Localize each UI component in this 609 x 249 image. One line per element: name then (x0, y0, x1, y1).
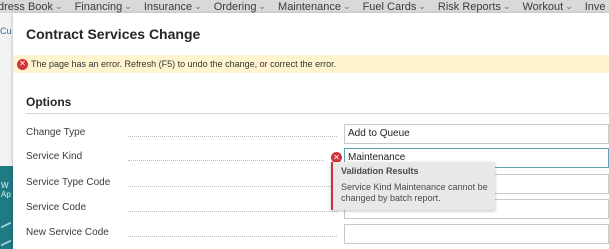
new-service-code-field[interactable] (344, 224, 609, 244)
top-navigation-bar: dress Book ⌄ Financing ⌄ Insurance ⌄ Orderi… (0, 0, 609, 13)
nav-item-label: Risk Reports (437, 0, 501, 13)
nav-item-fuel-cards[interactable]: Fuel Cards ⌄ (363, 1, 438, 13)
field-label-change-type: Change Type (26, 127, 86, 138)
leader-dots (128, 160, 324, 161)
field-label-service-kind: Service Kind (26, 151, 83, 162)
field-row-change-type: Change Type Add to Queue (26, 124, 609, 144)
contract-services-change-dialog: Contract Services Change ✕ The page has … (13, 13, 609, 249)
arrow-icon (1, 233, 11, 247)
nav-item-label: Maintenance (278, 0, 342, 13)
nav-item-ordering[interactable]: Ordering ⌄ (214, 1, 278, 13)
section-title-options[interactable]: Options (26, 95, 71, 109)
leader-dots (128, 136, 337, 137)
arrow-icon (1, 215, 11, 229)
nav-item-label: Workout (522, 0, 564, 13)
chevron-down-icon: ⌄ (418, 1, 426, 11)
validation-message: Service Kind Maintenance cannot be chang… (341, 182, 488, 203)
leader-dots (128, 211, 337, 212)
nav-item-workout[interactable]: Workout ⌄ (522, 1, 584, 13)
chevron-down-icon: ⌄ (194, 1, 202, 11)
leader-dots (128, 236, 337, 237)
chevron-down-icon: ⌄ (124, 1, 132, 11)
field-label-service-code: Service Code (26, 202, 87, 213)
nav-item-label: Fuel Cards (362, 0, 417, 13)
background-left-panel: Cu W Ap (0, 13, 13, 249)
chevron-down-icon: ⌄ (565, 1, 573, 11)
field-row-service-code: Service Code (26, 199, 609, 219)
nav-item-address-book[interactable]: dress Book ⌄ (0, 1, 75, 13)
validation-title: Validation Results (341, 166, 419, 176)
field-row-service-kind: Service Kind ✕ Maintenance (26, 148, 609, 168)
error-banner: ✕ The page has an error. Refresh (F5) to… (13, 55, 609, 73)
nav-item-label: dress Book (0, 0, 54, 13)
dialog-title: Contract Services Change (26, 26, 201, 42)
chevron-down-icon: ⌄ (258, 1, 267, 11)
field-label-service-type-code: Service Type Code (26, 177, 111, 188)
section-divider (26, 113, 609, 114)
nav-item-label: Inve (584, 0, 606, 13)
nav-item-risk-reports[interactable]: Risk Reports ⌄ (438, 1, 523, 13)
field-row-service-type-code: Service Type Code (26, 174, 609, 194)
nav-item-maintenance[interactable]: Maintenance ⌄ (278, 1, 363, 13)
change-type-field[interactable]: Add to Queue (344, 124, 609, 144)
chevron-down-icon: ⌄ (502, 1, 511, 11)
nav-item-inve[interactable]: Inve (585, 1, 609, 13)
nav-item-label: Ordering (213, 0, 257, 13)
field-row-new-service-code: New Service Code (26, 224, 609, 244)
leader-dots (128, 186, 337, 187)
nav-item-insurance[interactable]: Insurance ⌄ (144, 1, 214, 13)
background-teal-text: W (1, 181, 9, 190)
field-label-new-service-code: New Service Code (26, 227, 109, 238)
error-circle-icon: ✕ (17, 58, 28, 70)
nav-item-label: Financing (74, 0, 123, 13)
error-banner-text: The page has an error. Refresh (F5) to u… (31, 59, 337, 69)
background-teal-panel: W Ap (0, 166, 13, 249)
nav-item-financing[interactable]: Financing ⌄ (75, 1, 144, 13)
background-tab-label: Cu (0, 26, 12, 36)
validation-results-popup: Validation Results Service Kind Maintena… (331, 162, 495, 210)
nav-item-label: Insurance (143, 0, 193, 13)
chevron-down-icon: ⌄ (343, 1, 351, 11)
background-teal-text: Ap (1, 190, 11, 199)
chevron-down-icon: ⌄ (55, 1, 63, 11)
